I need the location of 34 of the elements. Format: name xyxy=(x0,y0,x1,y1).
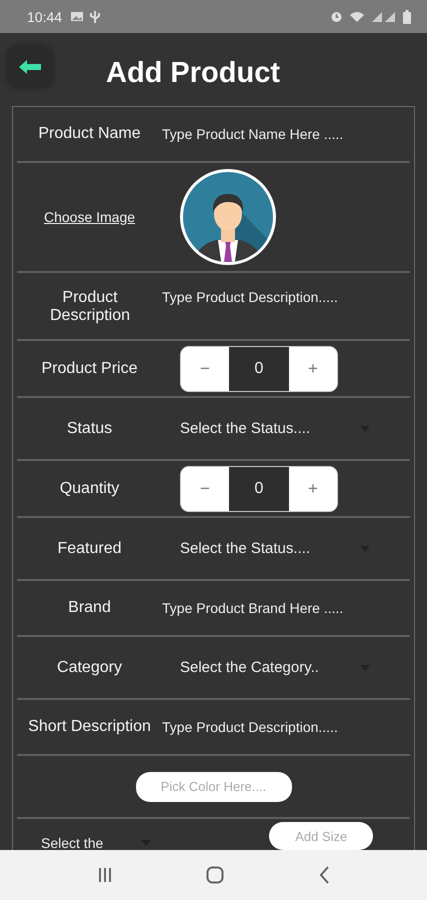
field-label: Category xyxy=(56,658,123,676)
stepper-value: 0 xyxy=(229,346,289,390)
choose-image-link[interactable]: Choose Image xyxy=(17,209,162,225)
field-label: Quantity xyxy=(58,480,120,498)
back-arrow-icon xyxy=(19,60,41,74)
field-label: Featured xyxy=(56,540,123,558)
dropdown[interactable]: Select the Status.... xyxy=(180,420,374,437)
input-field[interactable]: Type Product Description..... xyxy=(162,289,410,305)
recent-apps-icon[interactable] xyxy=(96,867,113,883)
field-label: Product Name xyxy=(37,125,142,143)
field-label: Brand xyxy=(67,599,112,617)
field-label: Product Price xyxy=(40,360,139,378)
page-title: Add Product xyxy=(106,57,280,90)
back-icon[interactable] xyxy=(318,866,330,884)
image-icon xyxy=(70,11,84,22)
number-stepper[interactable]: − 0 + xyxy=(180,466,338,512)
home-icon[interactable] xyxy=(206,866,224,884)
dropdown[interactable]: Select the Status.... xyxy=(180,540,374,557)
dropdown[interactable]: Select the Category.. xyxy=(180,659,374,676)
size-dropdown[interactable]: Select the xyxy=(41,835,152,851)
usb-icon xyxy=(90,10,100,24)
field-label: Short Description xyxy=(27,718,152,736)
battery-icon xyxy=(403,10,411,24)
stepper-value: 0 xyxy=(229,466,289,510)
number-stepper[interactable]: − 0 + xyxy=(180,346,338,392)
signal-icon xyxy=(371,10,397,22)
input-field[interactable]: Type Product Description..... xyxy=(162,719,410,735)
status-time: 10:44 xyxy=(27,8,62,24)
alarm-icon xyxy=(330,10,343,23)
field-label: Product Description xyxy=(48,289,132,325)
input-field[interactable]: Type Product Name Here ..... xyxy=(162,126,410,142)
wifi-icon xyxy=(349,10,365,23)
input-field[interactable]: Type Product Brand Here ..... xyxy=(162,600,410,616)
field-label: Status xyxy=(66,420,114,438)
